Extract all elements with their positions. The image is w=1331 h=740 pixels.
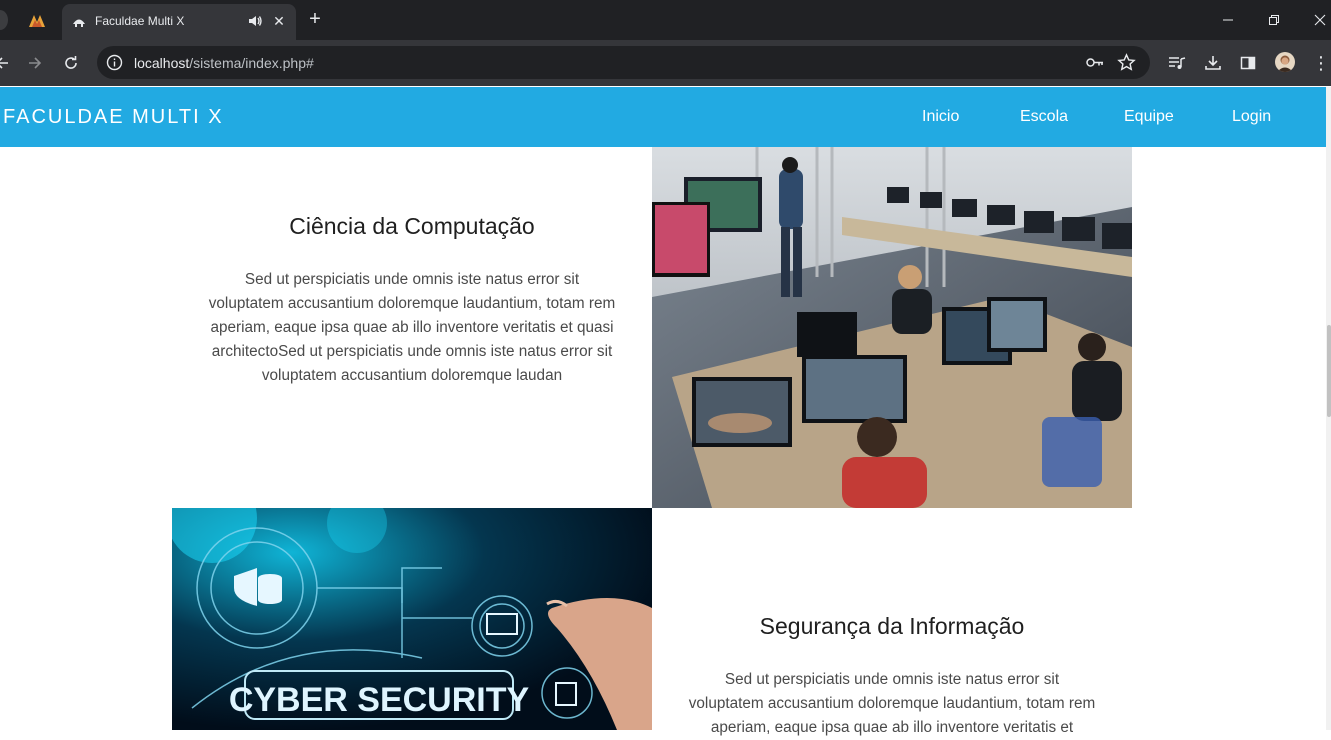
site-brand[interactable]: FACULDAE MULTI X <box>3 106 224 129</box>
restore-icon[interactable] <box>1262 9 1286 31</box>
nav-escola[interactable]: Escola <box>1020 108 1068 126</box>
cyber-security-image-text: CYBER SECURITY <box>229 681 530 719</box>
site-info-icon[interactable] <box>106 54 123 71</box>
url-host: localhost <box>134 55 190 71</box>
scrollbar-thumb[interactable] <box>1327 325 1331 417</box>
url-path: /sistema/index.php# <box>189 55 314 71</box>
download-icon[interactable] <box>1203 53 1223 73</box>
tab-title: Faculdae Multi X <box>95 14 185 28</box>
section-title: Segurança da Informação <box>759 613 1025 639</box>
forward-icon[interactable] <box>25 53 45 73</box>
previous-tab-stub[interactable] <box>0 10 8 30</box>
close-window-icon[interactable] <box>1308 9 1331 31</box>
nav-login[interactable]: Login <box>1232 108 1271 126</box>
password-key-icon[interactable] <box>1085 54 1105 71</box>
profile-avatar[interactable] <box>1275 52 1295 72</box>
new-tab-button[interactable]: + <box>305 9 325 31</box>
bookmark-star-icon[interactable] <box>1117 53 1136 72</box>
browser-tabstrip: Faculdae Multi X ✕ + <box>0 0 1331 40</box>
url-text: localhost/sistema/index.php# <box>134 55 314 71</box>
computer-lab-image <box>652 147 1132 508</box>
section-seguranca: Segurança da Informação Sed ut perspicia… <box>687 613 1097 740</box>
site-favicon-icon <box>73 19 85 27</box>
site-navbar: FACULDAE MULTI X Inicio Escola Equipe Lo… <box>0 87 1326 147</box>
section-title: Ciência da Computação <box>289 213 535 239</box>
section-text: Sed ut perspiciatis unde omnis iste natu… <box>208 271 616 384</box>
minimize-icon[interactable] <box>1216 9 1240 31</box>
media-control-icon[interactable] <box>1167 53 1187 73</box>
browser-menu-icon[interactable]: ⋮ <box>1312 52 1330 74</box>
pinned-tab-icon[interactable] <box>26 10 48 30</box>
close-tab-icon[interactable]: ✕ <box>270 12 288 30</box>
cyber-security-image: CYBER SECURITY <box>172 508 652 730</box>
address-bar[interactable]: localhost/sistema/index.php# <box>97 46 1150 79</box>
browser-toolbar: localhost/sistema/index.php# ⋮ <box>0 40 1331 86</box>
section-computacao: Ciência da Computação Sed ut perspiciati… <box>207 213 617 388</box>
section-text: Sed ut perspiciatis unde omnis iste natu… <box>688 671 1096 736</box>
back-icon[interactable] <box>0 53 12 73</box>
nav-equipe[interactable]: Equipe <box>1124 108 1174 126</box>
reload-icon[interactable] <box>61 53 81 73</box>
side-panel-icon[interactable] <box>1238 53 1258 73</box>
active-tab[interactable]: Faculdae Multi X ✕ <box>62 4 296 40</box>
nav-inicio[interactable]: Inicio <box>922 108 959 126</box>
page-scrollbar[interactable] <box>1326 87 1331 730</box>
speaker-icon[interactable] <box>246 12 264 30</box>
